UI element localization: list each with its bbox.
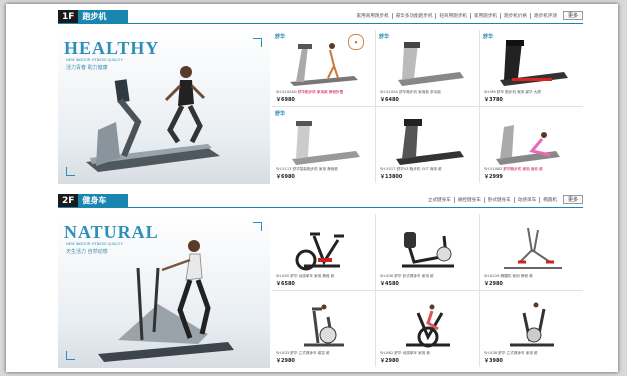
product-card[interactable]: 舒华 SH-5100A 舒华跑步机 家用款 多功能 ￥6480 — [376, 30, 479, 106]
product-card[interactable]: SH-B226 椭圆机 家用 静音 款 ￥2980 — [480, 214, 583, 290]
more-button[interactable]: 更多 — [562, 195, 583, 204]
product-card[interactable]: SH-838 舒华 立式健身车 家用 款 ￥3980 — [480, 291, 583, 367]
category-link[interactable]: 椭圆机 — [540, 197, 560, 203]
floor-2-links: 立式健身车 磁控健身车 卧式健身车 动感单车 椭圆机 更多 — [425, 195, 583, 204]
elliptical-image — [504, 227, 562, 269]
product-price: ￥2980 — [276, 358, 295, 364]
floor-2-banner[interactable]: NATURAL NEW INDOOR FITNESS QUALITY 天生活力 … — [58, 214, 270, 368]
bike-image — [510, 302, 554, 347]
product-description: SH-M6 舒华 跑步机 家用 豪华 大屏 — [484, 90, 541, 94]
treadmill-image — [292, 121, 360, 165]
floor-2-tag: 2F 健身车 — [58, 194, 129, 208]
product-card[interactable]: 舒华 ● SH-5100AD 舒华跑步机 家用款 静音折叠 ￥6980 — [272, 30, 375, 106]
bike-image — [295, 232, 344, 271]
product-description: SH-862 舒华 动感单车 家用 款 — [380, 351, 431, 355]
product-price: ￥6580 — [276, 281, 295, 287]
category-link[interactable]: 家用商用跑步机 — [354, 12, 393, 19]
floor-2-product-grid: SH-850 舒华 动感单车 家用 静音 款 ￥6580 SH-836 舒华 卧… — [272, 214, 583, 367]
elliptical-image — [98, 240, 234, 362]
floor-divider — [58, 207, 583, 208]
product-description: SH-836 舒华 卧式健身车 家用 款 — [380, 274, 434, 278]
product-card[interactable]: SH-836 舒华 卧式健身车 家用 款 ￥4580 — [376, 214, 479, 290]
floor-1-product-grid: 舒华 ● SH-5100AD 舒华跑步机 家用款 静音折叠 ￥6980 舒华 S… — [272, 30, 583, 183]
product-price: ￥4580 — [380, 281, 399, 287]
treadmill-image — [86, 66, 220, 172]
product-price: ￥6980 — [276, 97, 295, 103]
product-description: SH-B226 椭圆机 家用 静音 款 — [484, 274, 533, 278]
bike-image — [402, 232, 454, 268]
floor-1-tag: 1F 跑步机 — [58, 10, 129, 24]
product-description: SH-5100A 舒华跑步机 家用款 多功能 — [380, 90, 441, 94]
product-description: SH-5517 舒华V3 跑步机 SUT 商用 款 — [380, 167, 442, 171]
treadmill-image — [500, 40, 568, 86]
category-link[interactable]: 动感单车 — [515, 196, 541, 203]
category-link[interactable]: 跑步机评测 — [531, 13, 560, 19]
category-link[interactable]: 家用跑步机 — [471, 12, 502, 19]
floor-number: 1F — [58, 10, 79, 24]
category-link[interactable]: 磁控健身车 — [455, 196, 485, 203]
floor-1-links: 家用商用跑步机 豪华多功能跑步机 轻商用跑步机 家用跑步机 跑步机价格 跑步机评… — [354, 11, 583, 20]
product-description: SH-5108D 舒华跑步机 家用 迷你 款 — [484, 167, 543, 171]
floor-1-banner[interactable]: HEALTHY NEW INDOOR FITNESS QUALITY 活力青春 … — [58, 30, 270, 184]
product-price: ￥3980 — [484, 358, 503, 364]
category-link[interactable]: 豪华多功能跑步机 — [393, 12, 437, 19]
product-card[interactable]: SH-862 舒华 动感单车 家用 款 ￥2980 — [376, 291, 479, 367]
product-description: SH-838 舒华 立式健身车 家用 款 — [484, 351, 538, 355]
floor-title[interactable]: 跑步机 — [78, 10, 129, 24]
category-link[interactable]: 轻商用跑步机 — [436, 12, 472, 19]
product-price: ￥3780 — [484, 97, 503, 103]
product-card[interactable]: 舒华 SH-5113 舒华智能跑步机 家用 静音款 ￥6980 — [272, 107, 375, 183]
floor-number: 2F — [58, 194, 79, 208]
bike-image — [406, 304, 450, 348]
treadmill-image — [496, 125, 560, 165]
product-card[interactable]: SH-5517 舒华V3 跑步机 SUT 商用 款 ￥13800 — [376, 107, 479, 183]
product-price: ￥6480 — [380, 97, 399, 103]
product-description: SH-833 舒华 立式健身车 磁控 款 — [276, 351, 330, 355]
product-description: SH-850 舒华 动感单车 家用 静音 款 — [276, 274, 335, 278]
more-button[interactable]: 更多 — [562, 11, 583, 20]
category-link[interactable]: 立式健身车 — [425, 196, 455, 203]
floor-2-header: 2F 健身车 立式健身车 磁控健身车 卧式健身车 动感单车 椭圆机 更多 — [58, 194, 583, 208]
product-card[interactable]: SH-833 舒华 立式健身车 磁控 款 ￥2980 — [272, 291, 375, 367]
product-description: SH-5100AD 舒华跑步机 家用款 静音折叠 — [276, 90, 344, 94]
product-card[interactable]: SH-850 舒华 动感单车 家用 静音 款 ￥6580 — [272, 214, 375, 290]
treadmill-image — [398, 42, 464, 86]
bike-image — [304, 304, 344, 347]
floor-title[interactable]: 健身车 — [78, 194, 129, 208]
product-price: ￥2980 — [380, 358, 399, 364]
product-price: ￥2999 — [484, 174, 503, 180]
product-card[interactable]: 舒华 SH-M6 舒华 跑步机 家用 豪华 大屏 ￥3780 — [480, 30, 583, 106]
product-price: ￥13800 — [380, 174, 403, 180]
product-description: SH-5113 舒华智能跑步机 家用 静音款 — [276, 167, 338, 171]
floor-1-header: 1F 跑步机 家用商用跑步机 豪华多功能跑步机 轻商用跑步机 家用跑步机 跑步机… — [58, 10, 583, 24]
product-price: ￥6980 — [276, 174, 295, 180]
floor-divider — [58, 23, 583, 24]
award-badge-icon: ● — [348, 34, 364, 50]
product-card[interactable]: SH-5108D 舒华跑步机 家用 迷你 款 ￥2999 — [480, 107, 583, 183]
product-price: ￥2980 — [484, 281, 503, 287]
category-link[interactable]: 跑步机价格 — [501, 12, 531, 19]
treadmill-image — [396, 119, 464, 165]
page-frame: 1F 跑步机 家用商用跑步机 豪华多功能跑步机 轻商用跑步机 家用跑步机 跑步机… — [6, 4, 618, 372]
category-link[interactable]: 卧式健身车 — [485, 196, 515, 203]
